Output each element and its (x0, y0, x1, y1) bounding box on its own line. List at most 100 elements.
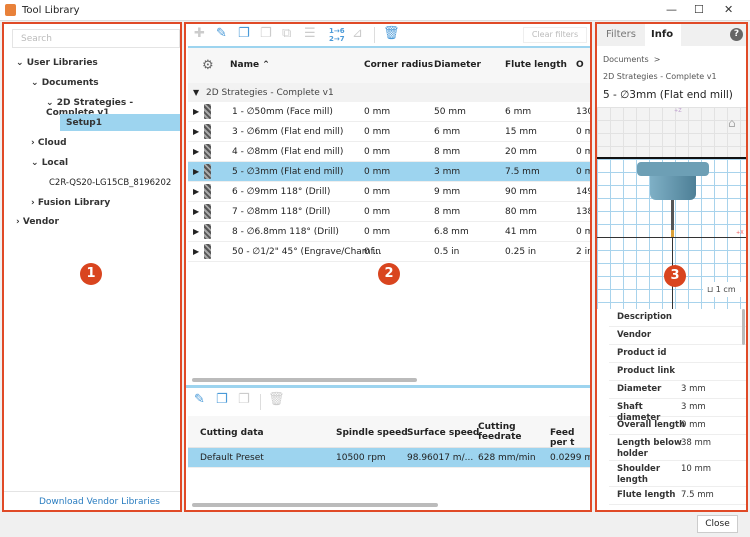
column-name[interactable]: Name ⌃ (230, 60, 270, 70)
tree-user-libraries[interactable]: ⌄ User Libraries (16, 58, 98, 68)
minimize-icon[interactable]: — (666, 3, 677, 16)
close-button[interactable]: Close (697, 515, 738, 533)
property-label: Vendor (617, 330, 652, 340)
table-row[interactable]: ▶ 4 - ∅8mm (Flat end mill) 0 mm 8 mm 20 mm 0 … (188, 142, 590, 162)
cell: 628 mm/min (478, 453, 536, 463)
column-overflow[interactable]: O (576, 60, 584, 70)
cell: 80 mm (505, 207, 537, 217)
breadcrumb[interactable]: Documents > (603, 55, 660, 64)
splitter[interactable] (186, 385, 590, 388)
maximize-icon[interactable]: ☐ (694, 3, 704, 16)
cell: 15 mm (505, 127, 537, 137)
expand-icon[interactable]: ▶ (193, 107, 199, 116)
preset-horizontal-scrollbar[interactable] (192, 503, 438, 507)
help-icon[interactable]: ? (730, 28, 743, 41)
table-row[interactable]: ▶ 5 - ∅3mm (Flat end mill) 0 mm 3 mm 7.5 mm 0… (188, 162, 590, 182)
tool-thumbnail-icon (204, 224, 211, 239)
property-label: Overall length (617, 420, 686, 430)
cell: 0 m (576, 147, 592, 157)
cell: 0 m (576, 127, 592, 137)
tab-filters[interactable]: Filters (606, 29, 636, 40)
cell: 2 in (576, 247, 592, 257)
clear-filters-button[interactable]: Clear filters (523, 27, 587, 43)
tree-documents[interactable]: ⌄ Documents (31, 78, 99, 88)
window-title: Tool Library (22, 5, 80, 16)
table-row[interactable]: ▶ 1 - ∅50mm (Face mill) 0 mm 50 mm 6 mm 130 (188, 102, 590, 122)
cell: 8 mm (434, 147, 461, 157)
cell: 0.25 in (505, 247, 537, 257)
expand-icon[interactable]: ▶ (193, 227, 199, 236)
download-vendor-libraries-link[interactable]: Download Vendor Libraries (39, 497, 160, 507)
table-row[interactable]: ▶ 50 - ∅1/2" 45° (Engrave/Chamf... 0 in 0.5… (188, 242, 590, 262)
edit-icon[interactable]: ✎ (216, 26, 227, 41)
expand-icon[interactable]: ▶ (193, 207, 199, 216)
search-input[interactable]: Search (12, 29, 180, 48)
copy-preset-icon[interactable]: ❐ (216, 392, 228, 407)
column-surface-speed[interactable]: Surface speed (407, 428, 479, 438)
library-tree-panel: Search ⌄ User Libraries ⌄ Documents ⌄ 2D… (2, 22, 182, 512)
preset-row[interactable]: Default Preset 10500 rpm 98.96017 m/... … (188, 448, 590, 468)
tool-thumbnail-icon (204, 204, 211, 219)
horizontal-scrollbar[interactable] (192, 378, 417, 382)
tree-fusion-library[interactable]: › Fusion Library (31, 198, 110, 208)
scale-label: 1 cm (715, 285, 736, 294)
holder-icon[interactable]: ☰ (304, 26, 316, 41)
cell: 9 mm (434, 187, 461, 197)
tree-setup1[interactable]: Setup1 (60, 114, 180, 131)
expand-icon[interactable]: ▶ (193, 127, 199, 136)
column-cutting-feedrate[interactable]: Cutting feedrate (478, 422, 528, 442)
expand-icon[interactable]: ▶ (193, 147, 199, 156)
scale-indicator: ⊔ 1 cm (703, 282, 746, 297)
table-row[interactable]: ▶ 3 - ∅6mm (Flat end mill) 0 mm 6 mm 15 mm 0 … (188, 122, 590, 142)
expand-icon[interactable]: ▶ (193, 247, 199, 256)
tree-local[interactable]: ⌄ Local (31, 158, 68, 168)
breadcrumb-documents[interactable]: Documents (603, 55, 649, 64)
property-value: 3 mm (681, 384, 706, 394)
close-window-icon[interactable]: ✕ (724, 3, 733, 16)
delete-preset-icon[interactable]: 🗑 (268, 392, 285, 407)
property-row: Product id (609, 345, 746, 363)
paste-preset-icon[interactable]: ❐ (238, 392, 250, 407)
cell: 149 (576, 187, 592, 197)
property-value: 10 mm (681, 464, 712, 474)
expand-icon[interactable]: ▶ (193, 187, 199, 196)
cell: 0 m (576, 227, 592, 237)
tab-info[interactable]: Info (645, 24, 681, 47)
cell: 6.8 mm (434, 227, 469, 237)
duplicate-icon[interactable]: ⧉ (282, 26, 291, 41)
column-flute-length[interactable]: Flute length (505, 60, 567, 70)
table-row[interactable]: ▶ 7 - ∅8mm 118° (Drill) 0 mm 8 mm 80 mm 138 (188, 202, 590, 222)
column-feed-per-tooth[interactable]: Feed per t (550, 428, 590, 448)
column-settings-icon[interactable]: ⚙ (202, 58, 214, 73)
edit-preset-icon[interactable]: ✎ (194, 392, 205, 407)
renumber-icon[interactable]: 1→6 2→7 (329, 27, 345, 43)
tree-vendor[interactable]: › Vendor (16, 217, 59, 227)
table-row[interactable]: ▶ 8 - ∅6.8mm 118° (Drill) 0 mm 6.8 mm 41 mm 0… (188, 222, 590, 242)
tool-viewer-top[interactable] (597, 107, 746, 157)
callout-badge-2: 2 (378, 263, 400, 285)
column-corner-radius[interactable]: Corner radius (364, 60, 433, 70)
column-diameter[interactable]: Diameter (434, 60, 481, 70)
home-view-icon[interactable]: ⌂ (728, 116, 736, 130)
group-row[interactable]: ▼ 2D Strategies - Complete v1 (188, 83, 590, 102)
properties-scrollbar[interactable] (742, 309, 745, 345)
column-spindle-speed[interactable]: Spindle speed (336, 428, 408, 438)
table-row[interactable]: ▶ 6 - ∅9mm 118° (Drill) 0 mm 9 mm 90 mm 149 (188, 182, 590, 202)
property-row: Vendor (609, 327, 746, 345)
collapse-icon[interactable]: ▼ (193, 88, 199, 97)
expand-icon[interactable]: ▶ (193, 167, 199, 176)
column-cutting-data[interactable]: Cutting data (200, 428, 264, 438)
property-label: Diameter (617, 384, 662, 394)
tool-thumbnail-icon (204, 184, 211, 199)
callout-badge-1: 1 (80, 263, 102, 285)
delete-icon[interactable]: 🗑 (383, 26, 400, 41)
copy-icon[interactable]: ❐ (238, 26, 250, 41)
tree-local-library[interactable]: C2R-QS20-LG15CB_8196202 (49, 178, 171, 188)
paste-icon[interactable]: ❐ (260, 26, 272, 41)
cell: 0 in (364, 247, 381, 257)
property-value: 3 mm (681, 402, 706, 412)
tree-cloud[interactable]: › Cloud (31, 138, 67, 148)
add-icon[interactable]: ✚ (194, 26, 205, 41)
measure-icon[interactable]: ⊿ (352, 26, 363, 41)
cell: 50 mm (434, 107, 466, 117)
